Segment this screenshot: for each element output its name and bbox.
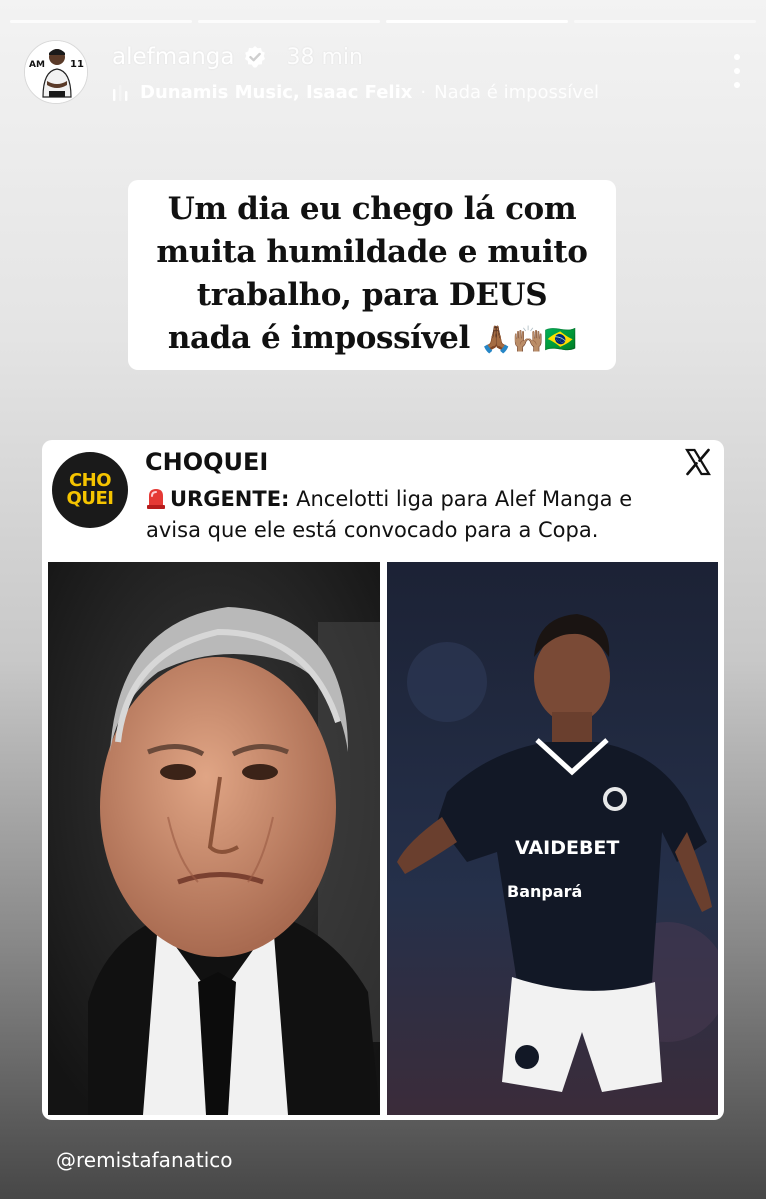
choquei-logo: CHO QUEI bbox=[52, 452, 128, 528]
avatar[interactable]: AM 11 bbox=[24, 40, 88, 104]
caption-line: Um dia eu chego lá com bbox=[167, 191, 577, 227]
verified-badge-icon bbox=[244, 46, 265, 68]
caption-line: muita humildade e muito bbox=[156, 234, 588, 270]
caption-emojis: 🙏🏾🙌🏽🇧🇷 bbox=[480, 325, 577, 355]
story-header: AM 11 alefmanga 38 min Dunamis Music, Is… bbox=[24, 38, 742, 108]
post-source-name: CHOQUEI bbox=[145, 448, 269, 476]
caption-line-with-emoji: nada é impossível 🙏🏾🙌🏽🇧🇷 bbox=[134, 317, 610, 362]
story-caption: Um dia eu chego lá com muita humildade e… bbox=[128, 180, 616, 370]
avatar-illustration: AM 11 bbox=[25, 41, 87, 103]
music-attribution[interactable]: Dunamis Music, Isaac Felix · Nada é impo… bbox=[112, 82, 599, 103]
more-options-icon[interactable] bbox=[732, 54, 742, 88]
progress-segment bbox=[10, 20, 192, 23]
headline-line-2: avisa que ele está convocado para a Copa… bbox=[146, 518, 599, 542]
headline-line-1: Ancelotti liga para Alef Manga e bbox=[289, 487, 633, 511]
music-song-title: Nada é impossível bbox=[434, 82, 600, 103]
mention-tag[interactable]: @remistafanatico bbox=[56, 1148, 233, 1172]
avatar-number: 11 bbox=[70, 59, 84, 70]
shared-post-card[interactable]: CHO QUEI CHOQUEI URGENTE: Ancelotti liga… bbox=[42, 440, 724, 1120]
username[interactable]: alefmanga bbox=[112, 44, 235, 70]
more-dot bbox=[734, 68, 740, 74]
music-separator: · bbox=[420, 82, 427, 103]
progress-segment bbox=[574, 20, 756, 23]
story-progress-bar bbox=[10, 20, 756, 23]
username-row: alefmanga 38 min bbox=[112, 44, 363, 70]
player-celebration-image: VAIDEBET Banpará bbox=[387, 562, 718, 1115]
avatar-initials: AM bbox=[29, 60, 45, 70]
logo-text-bottom: QUEI bbox=[66, 488, 114, 509]
audio-bars-icon bbox=[113, 84, 128, 101]
x-logo-icon bbox=[685, 448, 711, 476]
more-dot bbox=[734, 82, 740, 88]
progress-segment-active bbox=[386, 20, 568, 23]
post-headline: URGENTE: Ancelotti liga para Alef Manga … bbox=[146, 484, 712, 546]
music-artist: Dunamis Music, Isaac Felix bbox=[140, 82, 413, 103]
jersey-sponsor-secondary: Banpará bbox=[507, 882, 582, 901]
urgent-label: URGENTE: bbox=[170, 487, 290, 511]
jersey-sponsor-main: VAIDEBET bbox=[515, 837, 619, 859]
photo-player: VAIDEBET Banpará bbox=[387, 562, 718, 1115]
siren-icon bbox=[147, 489, 165, 509]
caption-line: nada é impossível bbox=[167, 320, 470, 356]
photo-coach bbox=[48, 562, 380, 1115]
caption-line: trabalho, para DEUS bbox=[196, 277, 548, 313]
caption-text-box: Um dia eu chego lá com muita humildade e… bbox=[128, 180, 616, 370]
more-dot bbox=[734, 54, 740, 60]
post-time: 38 min bbox=[286, 44, 363, 70]
progress-segment bbox=[198, 20, 380, 23]
coach-portrait-image bbox=[48, 562, 380, 1115]
